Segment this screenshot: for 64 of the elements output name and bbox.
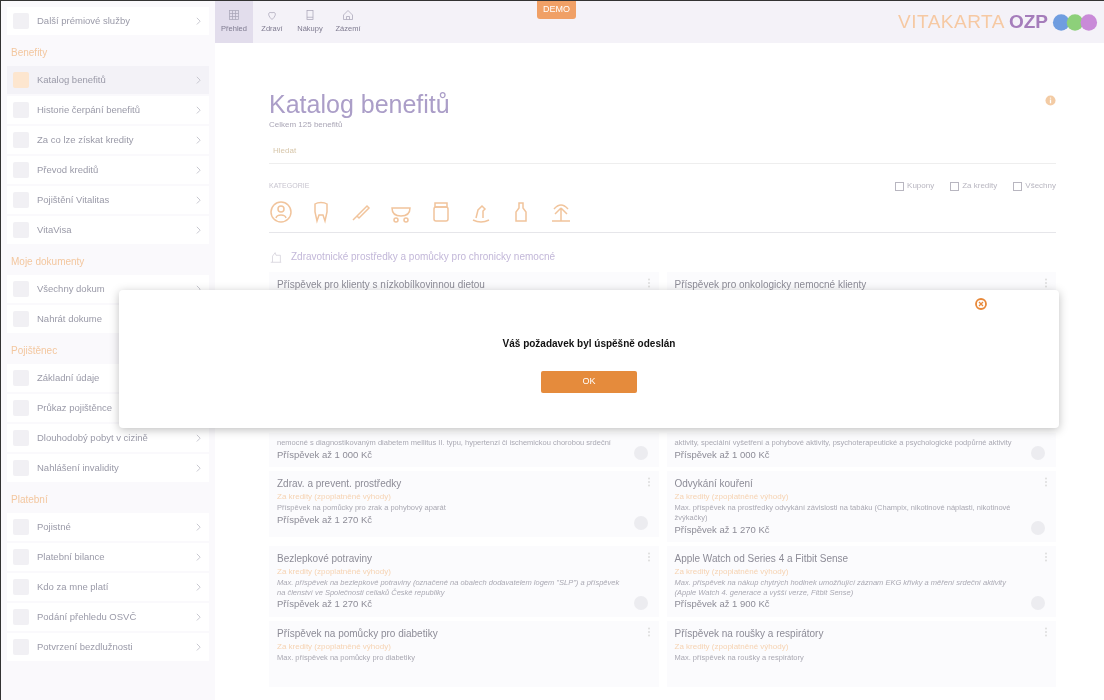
card-price: Příspěvek až 1 000 Kč xyxy=(674,447,771,462)
sidebar-item[interactable]: Potvrzení bezdlužnosti xyxy=(7,633,209,661)
sidebar-item[interactable]: VitaVisa xyxy=(7,216,209,244)
section-heading: Pojištěnec xyxy=(10,344,59,358)
card-price: Příspěvek až 1 270 Kč xyxy=(277,512,374,527)
card-title: Příspěvek pro klienty s nízkobílkovinnou dietou xyxy=(277,278,486,292)
grid-icon xyxy=(228,9,240,22)
search-field[interactable]: Hledat xyxy=(269,139,1056,164)
ok-button[interactable]: OK xyxy=(541,371,637,393)
card-tag: Za kredity (zpoplatněné výhody) xyxy=(277,640,651,653)
card-title: Odvykání kouření xyxy=(674,477,754,491)
card-title: Příspěvek na pomůcky pro diabetiky xyxy=(277,626,439,641)
more-icon[interactable] xyxy=(646,551,651,562)
sidebar-item[interactable]: Pojistné xyxy=(7,513,209,541)
sidebar-item[interactable]: Katalog benefitů xyxy=(7,66,209,94)
filter-checkbox[interactable]: Kupony xyxy=(895,180,935,192)
house-icon xyxy=(342,9,354,22)
logo-circles-icon xyxy=(1052,12,1098,32)
card-tag: Za kredity (zpoplatněné výhody) xyxy=(277,491,651,503)
section-heading: Moje dokumenty xyxy=(10,255,86,269)
card-title: Zdrav. a prevent. prostředky xyxy=(277,477,403,491)
card-title: Apple Watch od Series 4 a Fitbit Sense xyxy=(674,551,850,566)
more-icon[interactable] xyxy=(646,626,651,637)
card-title: Bezlepkové potraviny xyxy=(277,551,374,566)
page-subtitle: Celkem 125 benefitů xyxy=(269,119,344,131)
card-tag: Za kredity (zpoplatněné výhody) xyxy=(674,491,1048,503)
sidebar-item[interactable]: Kdo za mne platí xyxy=(7,573,209,601)
sidebar-item[interactable]: Platební bilance xyxy=(7,543,209,571)
menu-item-icon xyxy=(13,72,29,88)
card-price: Příspěvek až 1 270 Kč xyxy=(674,522,771,537)
section-heading: Platební xyxy=(10,493,49,507)
sidebar-item[interactable]: Převod kreditů xyxy=(7,156,209,184)
person-icon[interactable] xyxy=(269,200,293,224)
sidebar-item[interactable]: Za co lze získat kredity xyxy=(7,126,209,154)
card-title: Příspěvek pro onkologicky nemocné klienty xyxy=(674,278,868,292)
close-icon[interactable] xyxy=(975,298,987,310)
filter-checkbox[interactable]: Za kredity xyxy=(950,180,998,192)
card-tag: Za kredity (zpoplatněné výhody) xyxy=(674,640,1048,653)
dialog-message: Váš požadavek byl úspěšně odeslán xyxy=(502,337,676,351)
info-icon[interactable] xyxy=(1045,95,1056,106)
sidebar-item[interactable]: Další prémiové služby xyxy=(7,7,209,35)
logo-wordmark: VITAKARTA xyxy=(898,9,1005,34)
card-tag: Za kredity (zpoplatněné výhody) xyxy=(674,565,1048,578)
card-tag: Za kredity (zpoplatněné výhody) xyxy=(277,565,651,578)
card-price: Příspěvek až 1 000 Kč xyxy=(277,447,374,462)
section-heading: Benefity xyxy=(10,46,49,60)
demo-badge: DEMO xyxy=(537,1,576,19)
sidebar-item[interactable]: Pojištění Vitalitas xyxy=(7,186,209,214)
benefit-card[interactable] xyxy=(666,545,1056,617)
more-icon[interactable] xyxy=(646,477,651,487)
page-title: Katalog benefitů xyxy=(269,89,450,119)
more-icon[interactable] xyxy=(646,278,651,288)
sidebar-item[interactable]: Historie čerpání benefitů xyxy=(7,96,209,124)
sidebar-item[interactable]: Podání přehledu OSVČ xyxy=(7,603,209,631)
card-title: Příspěvek na roušky a respirátory xyxy=(674,626,825,641)
heart-icon xyxy=(266,9,278,22)
logo-brand: OZP xyxy=(1008,9,1048,34)
card-price: Příspěvek až 1 900 Kč xyxy=(674,597,771,612)
sidebar-item[interactable]: Dlouhodobý pobyt v cizině xyxy=(7,424,209,452)
section-title: Zdravotnické prostředky a pomůcky pro chronicky nemocné xyxy=(291,250,555,264)
filter-checkbox[interactable]: Všechny xyxy=(1013,180,1056,192)
card-price: Příspěvek až 1 270 Kč xyxy=(277,597,374,612)
sidebar-item[interactable]: Nahlášení invalidity xyxy=(7,454,209,482)
benefit-card[interactable] xyxy=(269,545,659,617)
